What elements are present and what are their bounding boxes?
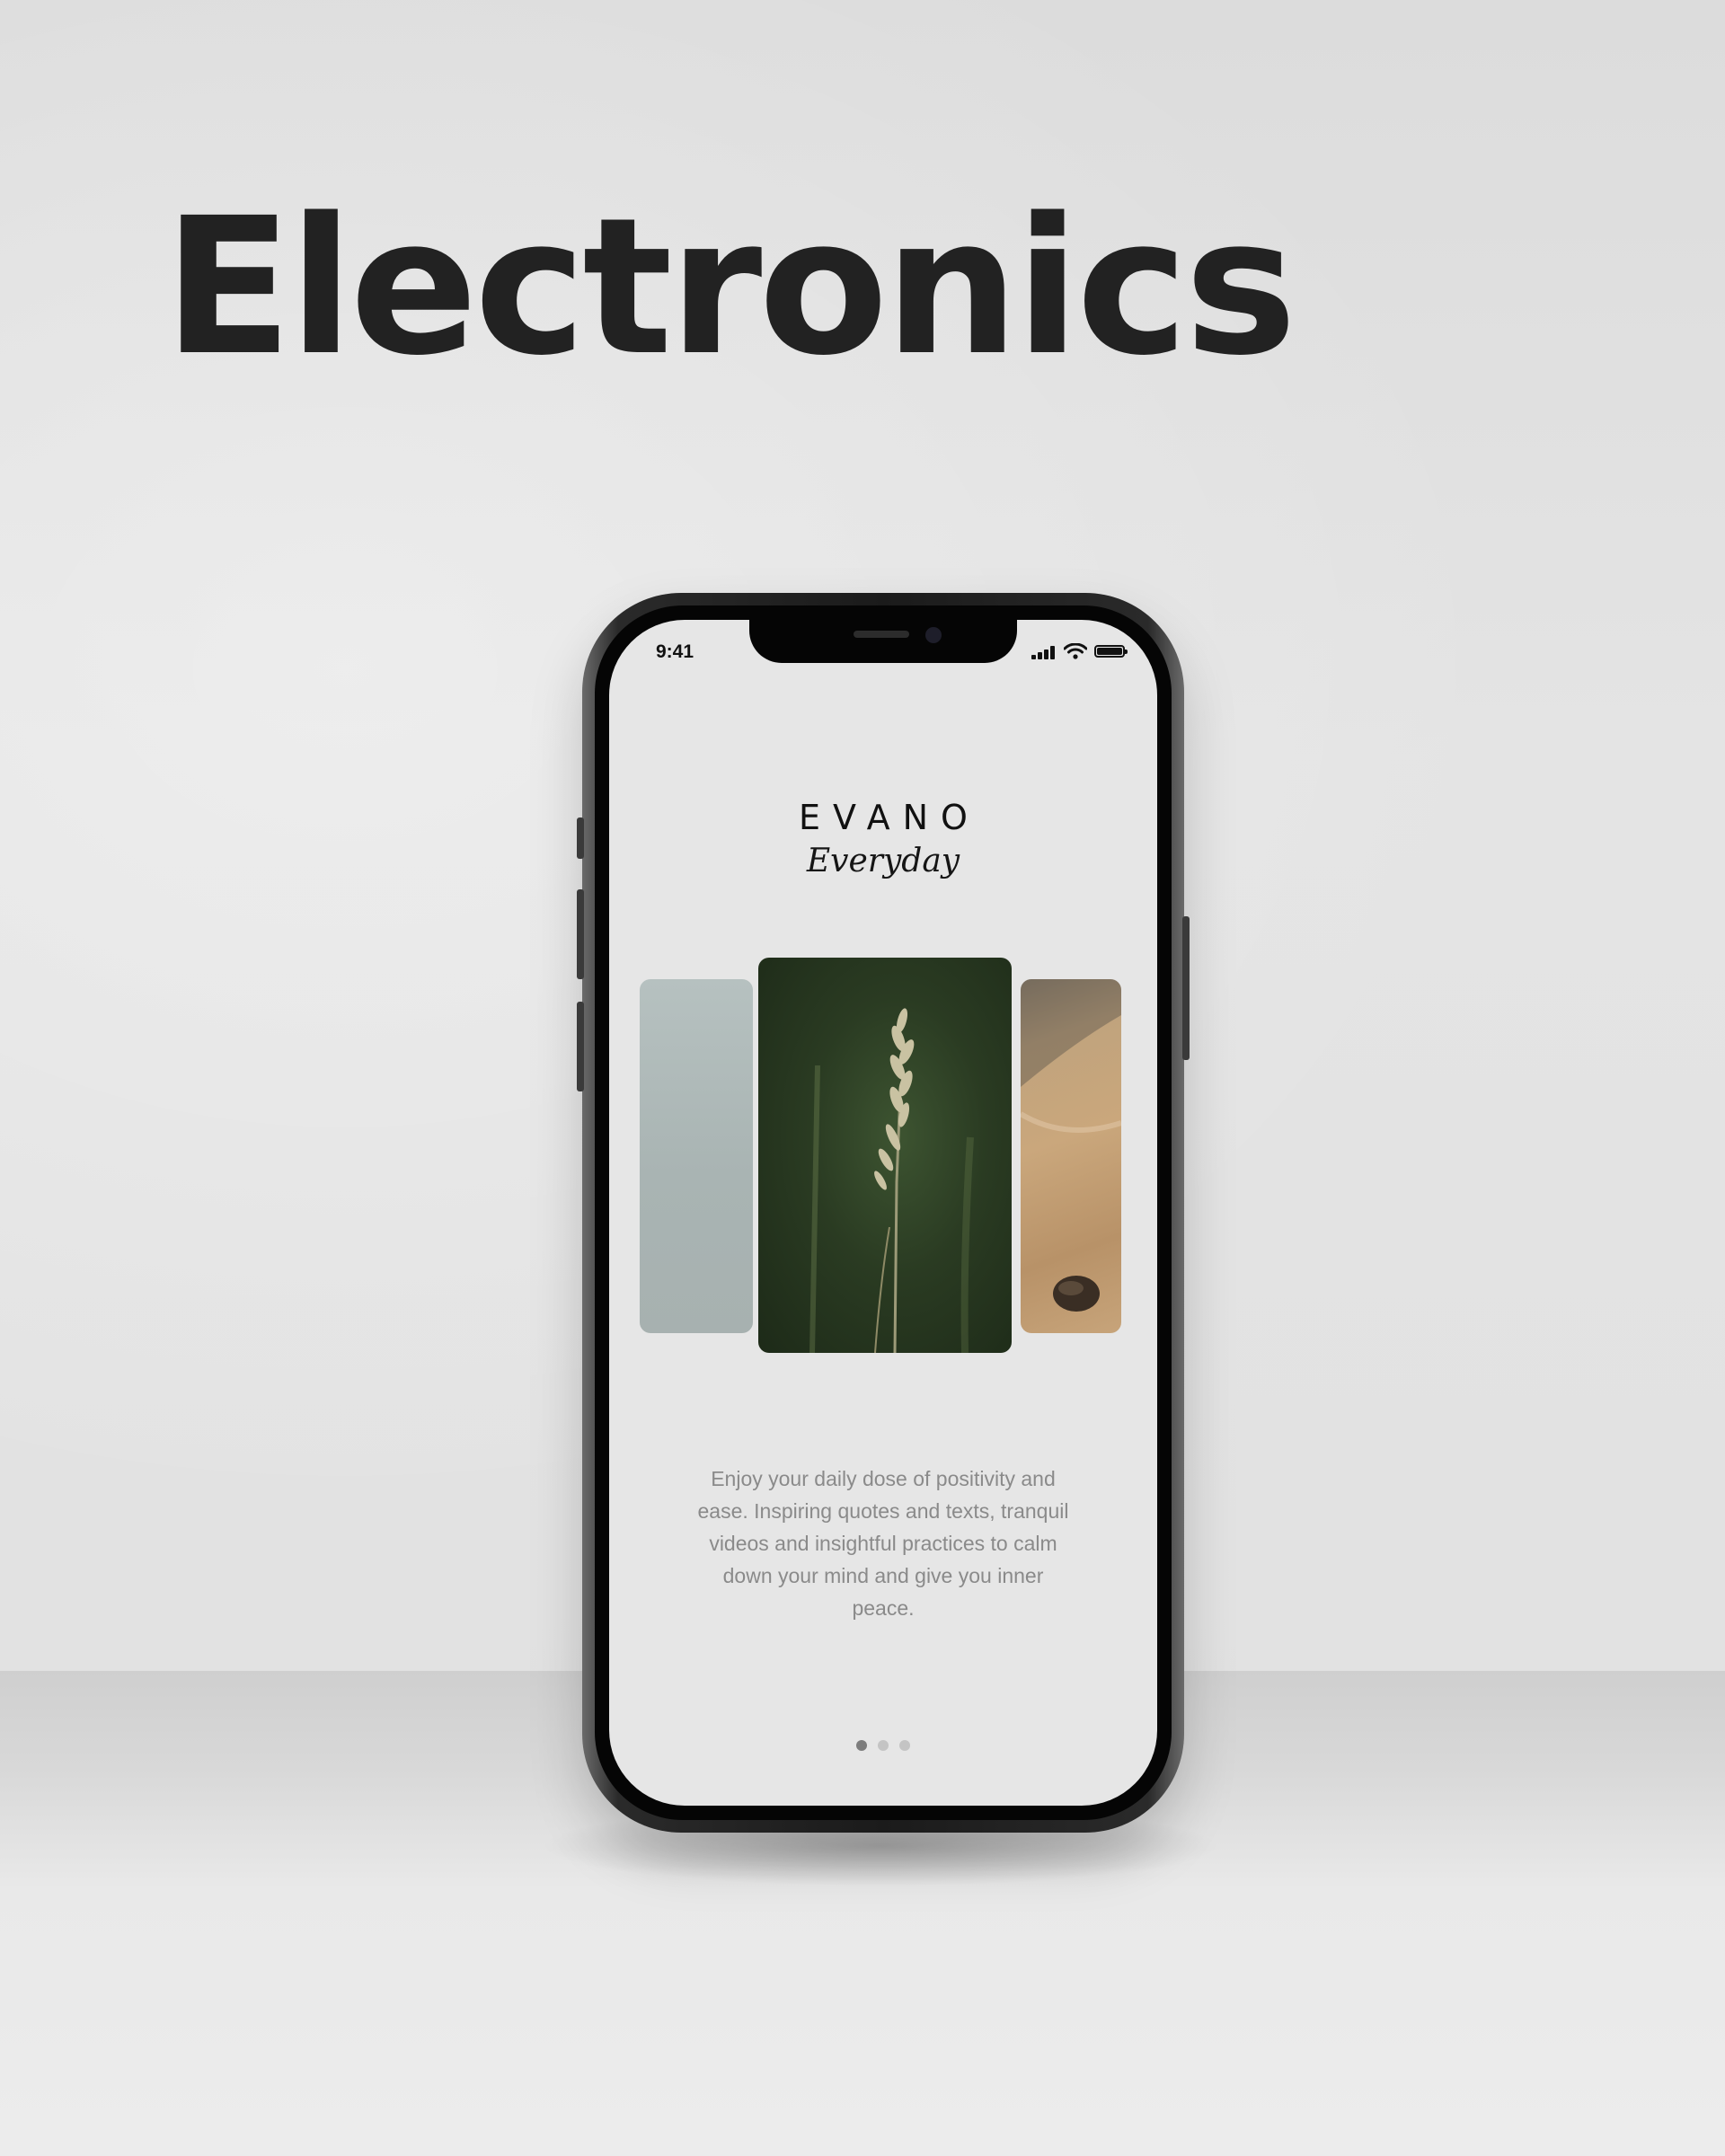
status-bar-icons — [1031, 643, 1130, 661]
brand-tagline: Everyday — [806, 843, 960, 879]
pagination-dot-2[interactable] — [878, 1740, 889, 1751]
earpiece-speaker — [854, 631, 909, 638]
carousel-card-misty-sky[interactable] — [640, 979, 753, 1333]
sand-rock-image — [1021, 979, 1121, 1312]
wifi-icon — [1064, 643, 1087, 659]
carousel-card-sand-rock[interactable] — [1021, 979, 1121, 1333]
phone-screen: 9:41 EVANO Everyday Enjoy your daily dos… — [609, 620, 1157, 1806]
phone-notch — [749, 620, 1017, 663]
phone-volume-up-button — [577, 889, 584, 979]
front-camera — [925, 627, 942, 643]
carousel-card-wheat-grass[interactable] — [758, 958, 1012, 1353]
pagination-dot-3[interactable] — [899, 1740, 910, 1751]
phone-power-button — [1182, 916, 1190, 1060]
wheat-grass-image — [809, 1008, 974, 1353]
phone-volume-down-button — [577, 1002, 584, 1091]
cellular-signal-icon — [1031, 645, 1058, 659]
status-bar-time: 9:41 — [656, 641, 694, 662]
brand-logo: EVANO — [799, 798, 980, 837]
phone-mockup: 9:41 EVANO Everyday Enjoy your daily dos… — [577, 593, 1190, 1833]
battery-icon — [1094, 645, 1128, 658]
page-headline: Electronics — [164, 177, 1297, 397]
onboarding-description: Enjoy your daily dose of positivity and … — [697, 1467, 1069, 1620]
phone-mute-switch — [577, 817, 584, 859]
pagination-dots — [609, 1739, 1157, 1755]
pagination-dot-1[interactable] — [856, 1740, 867, 1751]
